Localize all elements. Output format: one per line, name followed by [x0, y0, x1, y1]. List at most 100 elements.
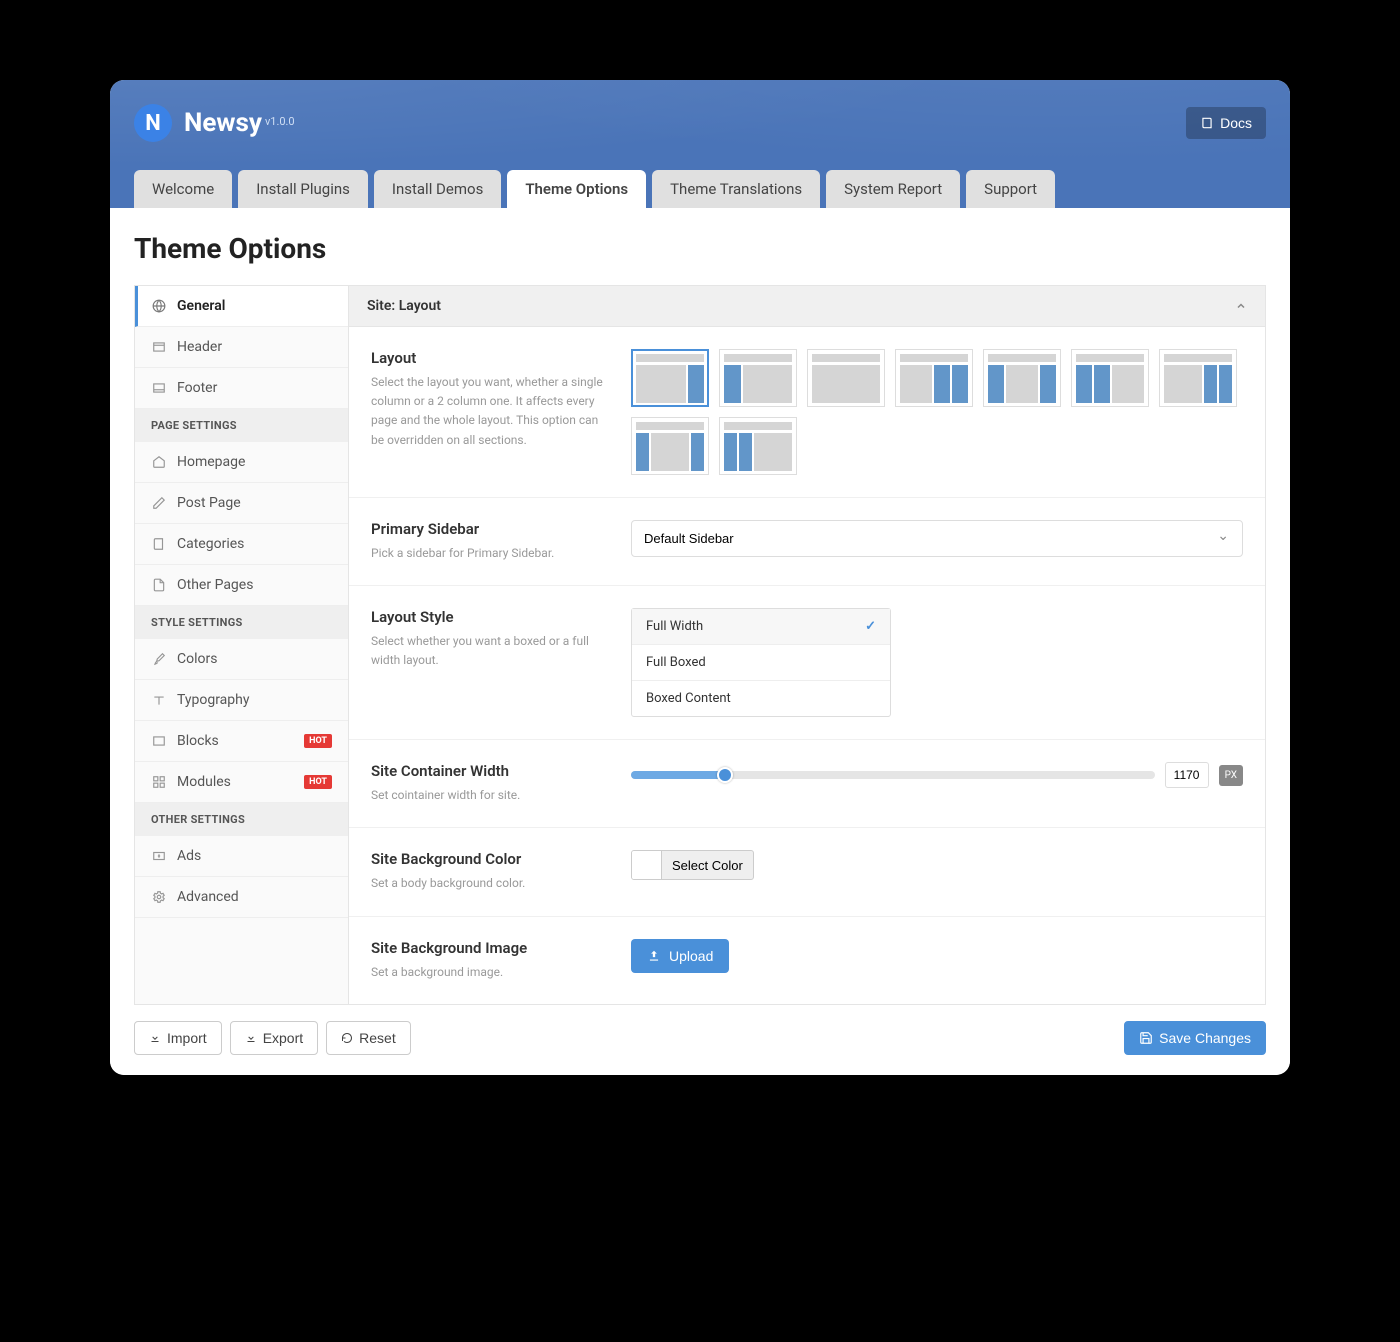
field-desc: Select whether you want a boxed or a ful…: [371, 632, 611, 670]
tab-theme-options[interactable]: Theme Options: [507, 170, 646, 208]
rectangle-icon: [151, 381, 167, 395]
layout-option[interactable]: [807, 349, 885, 407]
hot-badge: HOT: [304, 775, 332, 789]
rectangle-icon: [151, 734, 167, 748]
sidebar-header-style-settings: STYLE SETTINGS: [135, 606, 348, 639]
layout-style-option[interactable]: Boxed Content: [632, 681, 890, 716]
sidebar-item-other-pages[interactable]: Other Pages: [135, 565, 348, 606]
tab-system-report[interactable]: System Report: [826, 170, 960, 208]
logo-icon: N: [134, 104, 172, 142]
tab-theme-translations[interactable]: Theme Translations: [652, 170, 820, 208]
width-slider[interactable]: [631, 771, 1155, 779]
docs-button[interactable]: Docs: [1186, 107, 1266, 139]
tab-welcome[interactable]: Welcome: [134, 170, 232, 208]
home-icon: [151, 455, 167, 469]
refresh-icon: [341, 1032, 353, 1044]
gear-icon: [151, 890, 167, 904]
layout-option[interactable]: [719, 349, 797, 407]
width-input[interactable]: [1165, 762, 1209, 788]
upload-button[interactable]: Upload: [631, 939, 729, 973]
layout-option[interactable]: [631, 417, 709, 475]
export-button[interactable]: Export: [230, 1021, 318, 1055]
field-primary-sidebar: Primary Sidebar Pick a sidebar for Prima…: [349, 498, 1265, 586]
sidebar-item-label: Blocks: [177, 733, 219, 749]
version: v1.0.0: [265, 115, 295, 128]
sidebar-item-blocks[interactable]: Blocks HOT: [135, 721, 348, 762]
sidebar-item-label: General: [177, 298, 225, 314]
globe-icon: [151, 299, 167, 313]
sidebar-item-categories[interactable]: Categories: [135, 524, 348, 565]
color-swatch: [632, 851, 662, 879]
sidebar-item-modules[interactable]: Modules HOT: [135, 762, 348, 803]
field-container-width: Site Container Width Set cointainer widt…: [349, 740, 1265, 828]
layout-style-options: Full Width ✓ Full Boxed Boxed Content: [631, 608, 891, 717]
layout-option[interactable]: [1071, 349, 1149, 407]
header-bar: N Newsyv1.0.0 Docs Welcome Install Plugi…: [110, 80, 1290, 208]
sidebar-item-label: Homepage: [177, 454, 245, 470]
field-title: Site Container Width: [371, 762, 611, 780]
sidebar-item-label: Other Pages: [177, 577, 253, 593]
tab-install-plugins[interactable]: Install Plugins: [238, 170, 368, 208]
layout-option[interactable]: [983, 349, 1061, 407]
layout-options: [631, 349, 1243, 475]
layout-option[interactable]: [895, 349, 973, 407]
layout-style-option[interactable]: Full Width ✓: [632, 609, 890, 645]
sidebar-item-label: Typography: [177, 692, 249, 708]
check-icon: ✓: [865, 619, 876, 634]
layout-option[interactable]: [631, 349, 709, 407]
main: General Header Footer PAGE SETTINGS Home…: [134, 285, 1266, 1005]
sidebar: General Header Footer PAGE SETTINGS Home…: [135, 286, 349, 1004]
sidebar-item-header[interactable]: Header: [135, 327, 348, 368]
panel-title: Site: Layout: [367, 298, 441, 314]
tab-support[interactable]: Support: [966, 170, 1055, 208]
layout-option[interactable]: [719, 417, 797, 475]
sidebar-item-colors[interactable]: Colors: [135, 639, 348, 680]
pencil-icon: [151, 496, 167, 510]
download-icon: [149, 1032, 161, 1044]
type-icon: [151, 693, 167, 707]
tab-install-demos[interactable]: Install Demos: [374, 170, 501, 208]
field-desc: Set cointainer width for site.: [371, 786, 611, 805]
field-desc: Set a body background color.: [371, 874, 611, 893]
field-title: Primary Sidebar: [371, 520, 611, 538]
px-badge: PX: [1219, 765, 1243, 786]
sidebar-header-other-settings: OTHER SETTINGS: [135, 803, 348, 836]
sidebar-item-footer[interactable]: Footer: [135, 368, 348, 409]
sidebar-item-label: Ads: [177, 848, 201, 864]
field-desc: Select the layout you want, whether a si…: [371, 373, 611, 450]
save-button[interactable]: Save Changes: [1124, 1021, 1266, 1055]
select-color-button[interactable]: Select Color: [631, 850, 754, 880]
sidebar-item-label: Modules: [177, 774, 231, 790]
panel-header[interactable]: Site: Layout: [349, 286, 1265, 327]
sidebar-item-ads[interactable]: Ads: [135, 836, 348, 877]
field-title: Layout Style: [371, 608, 611, 626]
download-icon: [245, 1032, 257, 1044]
page-title: Theme Options: [134, 232, 1266, 265]
layout-option[interactable]: [1159, 349, 1237, 407]
sidebar-item-homepage[interactable]: Homepage: [135, 442, 348, 483]
brand-name: Newsy: [184, 108, 262, 138]
window: N Newsyv1.0.0 Docs Welcome Install Plugi…: [110, 80, 1290, 1075]
sidebar-item-typography[interactable]: Typography: [135, 680, 348, 721]
field-title: Site Background Image: [371, 939, 611, 957]
sidebar-item-post-page[interactable]: Post Page: [135, 483, 348, 524]
field-bg-color: Site Background Color Set a body backgro…: [349, 828, 1265, 916]
grid-icon: [151, 775, 167, 789]
field-bg-image: Site Background Image Set a background i…: [349, 917, 1265, 1004]
field-layout: Layout Select the layout you want, wheth…: [349, 327, 1265, 498]
reset-button[interactable]: Reset: [326, 1021, 411, 1055]
sidebar-item-general[interactable]: General: [135, 286, 348, 327]
rectangle-icon: [151, 340, 167, 354]
sidebar-item-advanced[interactable]: Advanced: [135, 877, 348, 918]
sidebar-item-label: Header: [177, 339, 222, 355]
sidebar-item-label: Post Page: [177, 495, 241, 511]
primary-sidebar-select[interactable]: Default Sidebar: [631, 520, 1243, 557]
save-icon: [1139, 1031, 1153, 1045]
import-button[interactable]: Import: [134, 1021, 222, 1055]
panel: Site: Layout Layout Select the layout yo…: [349, 286, 1265, 1004]
layout-style-option[interactable]: Full Boxed: [632, 645, 890, 681]
sidebar-header-page-settings: PAGE SETTINGS: [135, 409, 348, 442]
chevron-up-icon: [1235, 300, 1247, 312]
dollar-icon: [151, 849, 167, 863]
sidebar-item-label: Categories: [177, 536, 244, 552]
